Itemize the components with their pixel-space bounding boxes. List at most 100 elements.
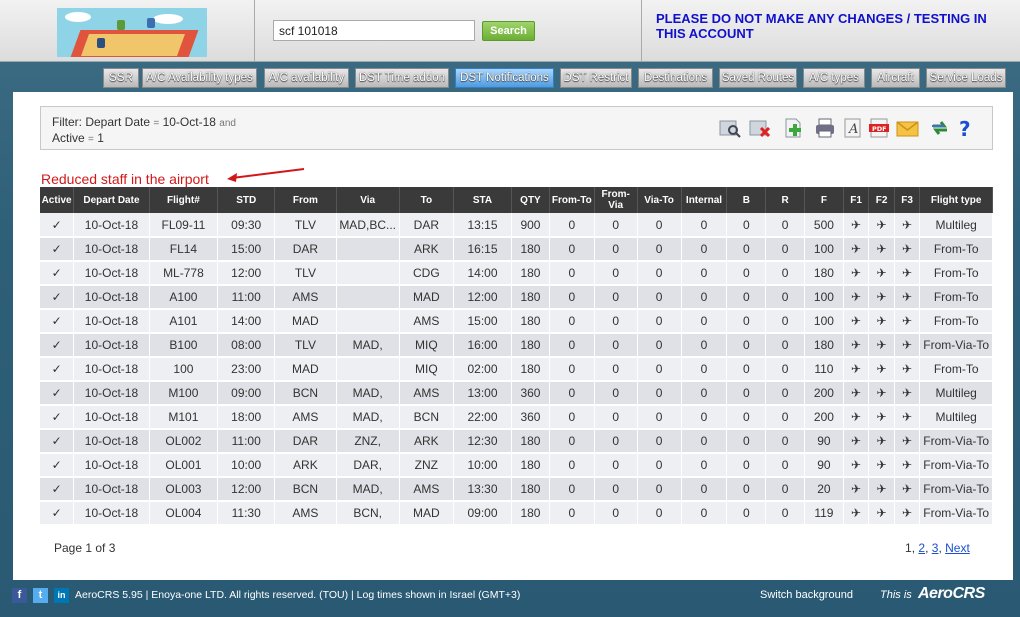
- plane-icon[interactable]: ✈: [843, 237, 870, 262]
- table-row[interactable]: ✓ 10-Oct-18 OL004 11:30 AMS BCN, MAD 09:00 180 0 0…: [40, 501, 993, 526]
- next-page-link[interactable]: Next: [945, 541, 970, 555]
- tab-ac-availability[interactable]: A/C availability: [264, 68, 349, 88]
- search-icon[interactable]: [719, 117, 741, 139]
- column-header[interactable]: QTY: [511, 187, 550, 213]
- column-header[interactable]: R: [765, 187, 806, 213]
- tab-saved-routes[interactable]: Saved Routes: [719, 68, 797, 88]
- column-header[interactable]: F2: [868, 187, 895, 213]
- mail-icon[interactable]: [896, 117, 919, 139]
- plane-icon[interactable]: ✈: [843, 453, 870, 478]
- plane-icon[interactable]: ✈: [894, 357, 921, 382]
- plane-icon[interactable]: ✈: [868, 261, 895, 286]
- tab-dst-time-addon[interactable]: DST Time addon: [355, 68, 449, 88]
- plane-icon[interactable]: ✈: [894, 501, 921, 526]
- table-row[interactable]: ✓ 10-Oct-18 B100 08:00 TLV MAD, MIQ 16:00 180 0 0 0…: [40, 333, 993, 358]
- plane-icon[interactable]: ✈: [894, 381, 921, 406]
- tab-aircraft[interactable]: Aircraft: [871, 68, 920, 88]
- plane-icon[interactable]: ✈: [843, 333, 870, 358]
- plane-icon[interactable]: ✈: [868, 213, 895, 238]
- plane-icon[interactable]: ✈: [894, 453, 921, 478]
- column-header[interactable]: Depart Date: [73, 187, 150, 213]
- plane-icon[interactable]: ✈: [868, 333, 895, 358]
- plane-icon[interactable]: ✈: [843, 477, 870, 502]
- column-header[interactable]: From-To: [549, 187, 595, 213]
- table-row[interactable]: ✓ 10-Oct-18 OL001 10:00 ARK DAR, ZNZ 10:00 180 0 0…: [40, 453, 993, 478]
- plane-icon[interactable]: ✈: [894, 429, 921, 454]
- plane-icon[interactable]: ✈: [868, 501, 895, 526]
- plane-icon[interactable]: ✈: [868, 237, 895, 262]
- column-header[interactable]: Internal: [681, 187, 728, 213]
- plane-icon[interactable]: ✈: [843, 309, 870, 334]
- clear-filter-icon[interactable]: [749, 117, 771, 139]
- column-header[interactable]: STA: [453, 187, 513, 213]
- switch-background-link[interactable]: Switch background: [760, 589, 853, 601]
- plane-icon[interactable]: ✈: [868, 285, 895, 310]
- column-header[interactable]: To: [399, 187, 454, 213]
- column-header[interactable]: From: [274, 187, 337, 213]
- plane-icon[interactable]: ✈: [894, 285, 921, 310]
- plane-icon[interactable]: ✈: [894, 237, 921, 262]
- plane-icon[interactable]: ✈: [868, 381, 895, 406]
- table-row[interactable]: ✓ 10-Oct-18 100 23:00 MAD MIQ 02:00 180 0 0 0 0 0 0 11…: [40, 357, 993, 382]
- help-icon[interactable]: ?: [955, 117, 977, 141]
- plane-icon[interactable]: ✈: [894, 333, 921, 358]
- pdf-icon[interactable]: PDF: [868, 117, 890, 139]
- plane-icon[interactable]: ✈: [843, 213, 870, 238]
- tab-dst-restrict[interactable]: DST Restrict: [560, 68, 632, 88]
- facebook-icon[interactable]: f: [12, 588, 27, 603]
- plane-icon[interactable]: ✈: [868, 357, 895, 382]
- table-row[interactable]: ✓ 10-Oct-18 M100 09:00 BCN MAD, AMS 13:00 360 0 0 0…: [40, 381, 993, 406]
- plane-icon[interactable]: ✈: [843, 285, 870, 310]
- plane-icon[interactable]: ✈: [868, 477, 895, 502]
- table-row[interactable]: ✓ 10-Oct-18 FL09-11 09:30 TLV MAD,BC... DAR 13:…: [40, 213, 993, 238]
- font-icon[interactable]: A: [842, 117, 864, 139]
- table-row[interactable]: ✓ 10-Oct-18 M101 18:00 AMS MAD, BCN 22:00 360 0 0 0…: [40, 405, 993, 430]
- table-row[interactable]: ✓ 10-Oct-18 OL003 12:00 BCN MAD, AMS 13:30 180 0 0…: [40, 477, 993, 502]
- add-icon[interactable]: [782, 117, 804, 139]
- twitter-icon[interactable]: t: [33, 588, 48, 603]
- refresh-icon[interactable]: [929, 117, 951, 139]
- tab-ssr[interactable]: SSR: [103, 68, 139, 88]
- plane-icon[interactable]: ✈: [894, 405, 921, 430]
- search-input[interactable]: [273, 20, 475, 41]
- plane-icon[interactable]: ✈: [868, 429, 895, 454]
- column-header[interactable]: Flight#: [149, 187, 219, 213]
- plane-icon[interactable]: ✈: [843, 501, 870, 526]
- plane-icon[interactable]: ✈: [894, 213, 921, 238]
- company-logo[interactable]: [57, 8, 207, 57]
- column-header[interactable]: Via: [336, 187, 400, 213]
- search-button[interactable]: Search: [482, 21, 535, 41]
- table-row[interactable]: ✓ 10-Oct-18 A101 14:00 MAD AMS 15:00 180 0 0 0 0 0 0 1…: [40, 309, 993, 334]
- column-header[interactable]: F3: [894, 187, 921, 213]
- column-header[interactable]: F1: [843, 187, 870, 213]
- column-header[interactable]: Via-To: [637, 187, 682, 213]
- tab-destinations[interactable]: Destinations: [638, 68, 713, 88]
- column-header[interactable]: B: [726, 187, 767, 213]
- plane-icon[interactable]: ✈: [894, 477, 921, 502]
- tab-ac-types[interactable]: A/C types: [803, 68, 865, 88]
- table-row[interactable]: ✓ 10-Oct-18 A100 11:00 AMS MAD 12:00 180 0 0 0 0 0 0 1…: [40, 285, 993, 310]
- plane-icon[interactable]: ✈: [843, 357, 870, 382]
- column-header[interactable]: F: [804, 187, 844, 213]
- table-row[interactable]: ✓ 10-Oct-18 FL14 15:00 DAR ARK 16:15 180 0 0 0 0 0 0 1…: [40, 237, 993, 262]
- plane-icon[interactable]: ✈: [843, 405, 870, 430]
- tab-service-loads[interactable]: Service Loads: [926, 68, 1006, 88]
- tab-dst-notifications[interactable]: DST Notifications: [455, 68, 554, 88]
- plane-icon[interactable]: ✈: [894, 261, 921, 286]
- column-header[interactable]: STD: [217, 187, 276, 213]
- tab-ac-availability-types[interactable]: A/C Availability types: [142, 68, 257, 88]
- print-icon[interactable]: [814, 117, 836, 139]
- plane-icon[interactable]: ✈: [868, 405, 895, 430]
- plane-icon[interactable]: ✈: [868, 309, 895, 334]
- plane-icon[interactable]: ✈: [843, 381, 870, 406]
- table-row[interactable]: ✓ 10-Oct-18 OL002 11:00 DAR ZNZ, ARK 12:30 180 0 0…: [40, 429, 993, 454]
- column-header[interactable]: Active: [40, 187, 75, 213]
- column-header[interactable]: Flight type: [919, 187, 993, 213]
- plane-icon[interactable]: ✈: [868, 453, 895, 478]
- table-row[interactable]: ✓ 10-Oct-18 ML-778 12:00 TLV CDG 14:00 180 0 0 0 0 0…: [40, 261, 993, 286]
- column-header[interactable]: From-Via: [594, 187, 638, 213]
- plane-icon[interactable]: ✈: [843, 261, 870, 286]
- plane-icon[interactable]: ✈: [843, 429, 870, 454]
- plane-icon[interactable]: ✈: [894, 309, 921, 334]
- linkedin-icon[interactable]: in: [54, 588, 69, 603]
